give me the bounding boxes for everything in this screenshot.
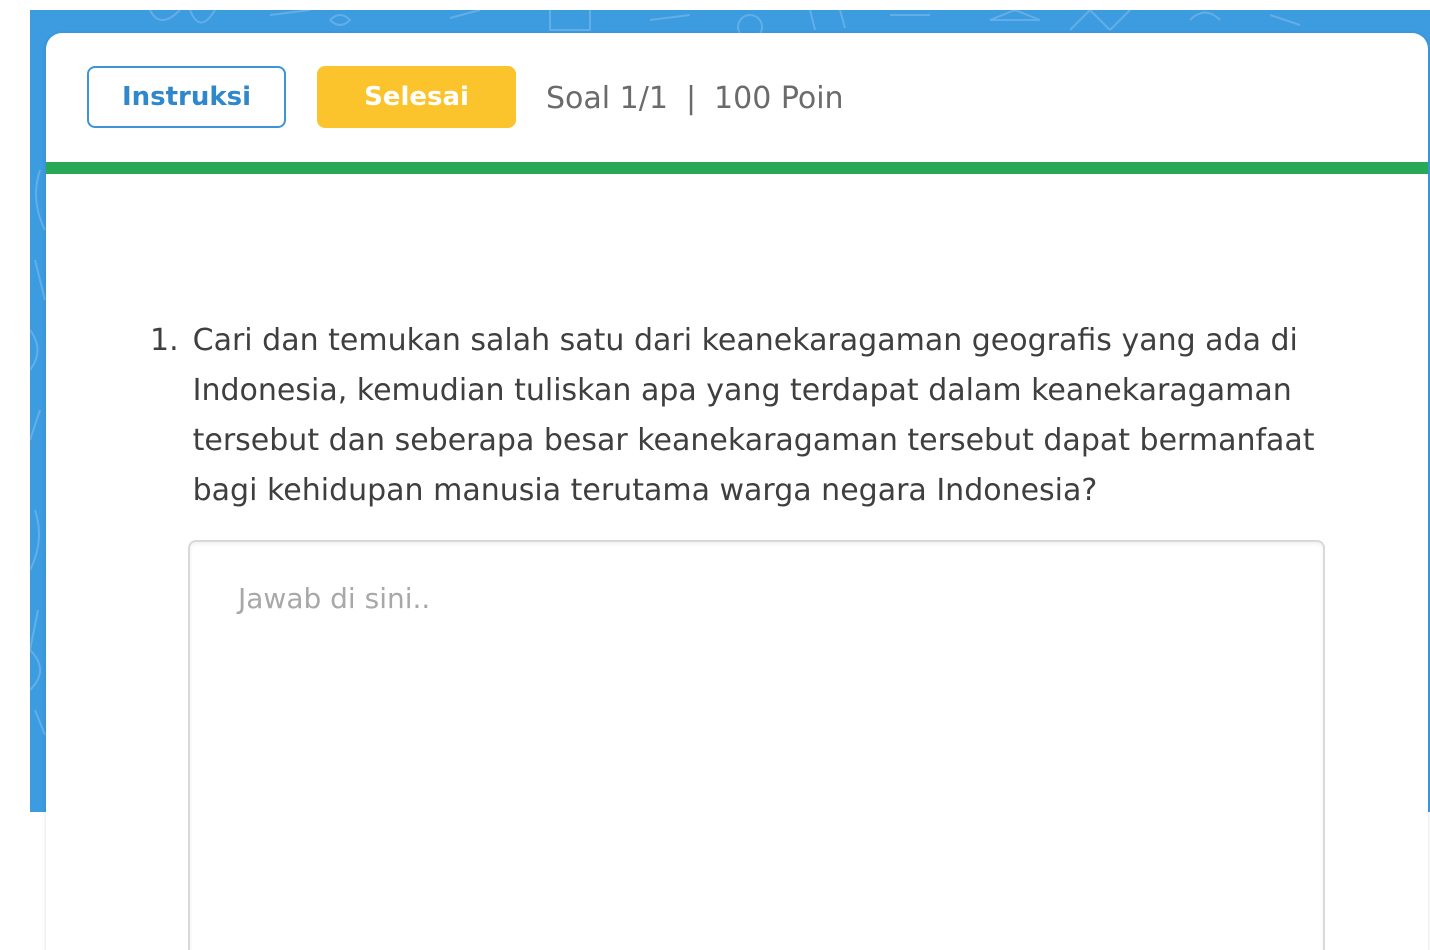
quiz-toolbar: Instruksi Selesai Soal 1/1 | 100 Poin	[46, 33, 1428, 161]
quiz-screen: Instruksi Selesai Soal 1/1 | 100 Poin 1.…	[0, 0, 1430, 950]
answer-input[interactable]	[190, 542, 1323, 950]
question-item: 1. Cari dan temukan salah satu dari kean…	[150, 316, 1330, 516]
question-status: Soal 1/1 | 100 Poin	[546, 78, 844, 118]
answer-box	[188, 540, 1325, 950]
question-points: 100 Poin	[714, 80, 844, 116]
status-separator: |	[685, 80, 697, 116]
question-text: Cari dan temukan salah satu dari keaneka…	[192, 323, 1315, 508]
progress-bar	[46, 162, 1428, 174]
finish-button[interactable]: Selesai	[317, 66, 516, 128]
question-number: 1.	[150, 323, 179, 358]
instruction-button[interactable]: Instruksi	[87, 66, 286, 128]
question-counter: Soal 1/1	[546, 80, 668, 116]
quiz-card: Instruksi Selesai Soal 1/1 | 100 Poin 1.…	[46, 33, 1428, 950]
